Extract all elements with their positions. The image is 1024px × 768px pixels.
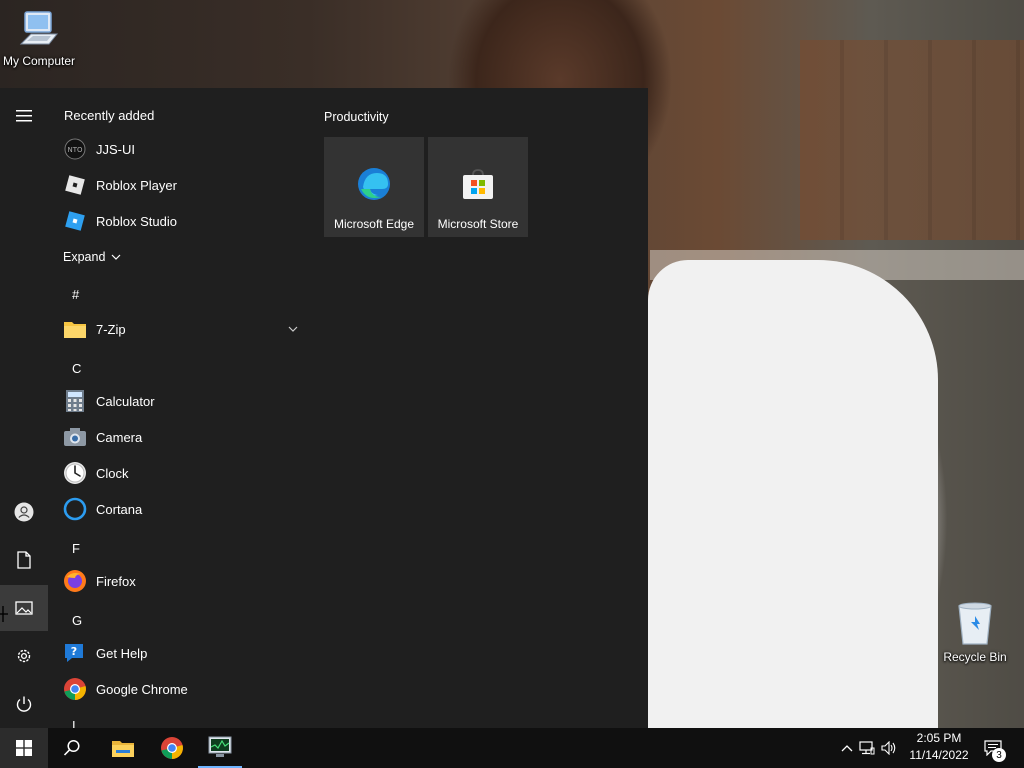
- user-account-button[interactable]: [0, 489, 48, 535]
- tile-label: Microsoft Edge: [333, 217, 415, 231]
- recently-added-header: Recently added: [64, 108, 155, 123]
- letter-header-i[interactable]: I: [72, 718, 76, 728]
- chrome-icon: [63, 677, 87, 701]
- recycle-bin-icon: [958, 602, 992, 645]
- network-button[interactable]: [856, 741, 878, 755]
- settings-button[interactable]: [0, 633, 48, 679]
- network-icon: [859, 741, 875, 755]
- action-center-button[interactable]: [978, 728, 1008, 768]
- app-list: Recently added NTO JJS-UI Roblox Player …: [48, 88, 310, 728]
- folder-icon: [63, 317, 87, 341]
- desktop-icon-label: Recycle Bin: [943, 650, 1007, 664]
- desktop-icon-recycle-bin[interactable]: Recycle Bin: [934, 600, 1016, 664]
- svg-text:?: ?: [71, 645, 77, 658]
- documents-button[interactable]: [0, 537, 48, 583]
- tile-microsoft-store[interactable]: Microsoft Store: [428, 137, 528, 237]
- get-help-icon: ?: [63, 641, 87, 665]
- app-item-calculator[interactable]: Calculator: [48, 383, 310, 419]
- app-label: Roblox Player: [96, 177, 177, 193]
- chrome-icon: [161, 737, 183, 759]
- app-label: Roblox Studio: [96, 213, 177, 229]
- notification-count-badge: 3: [992, 748, 1006, 762]
- start-button[interactable]: [0, 728, 48, 768]
- volume-icon: [881, 741, 896, 755]
- app-item-get-help[interactable]: ? Get Help: [48, 635, 310, 671]
- app-label: Clock: [96, 465, 129, 481]
- app-label: Google Chrome: [96, 681, 188, 697]
- app-item-jjs-ui[interactable]: NTO JJS-UI: [48, 131, 310, 167]
- app-item-camera[interactable]: Camera: [48, 419, 310, 455]
- power-button[interactable]: [0, 681, 48, 727]
- app-item-roblox-studio[interactable]: Roblox Studio: [48, 203, 310, 239]
- user-icon: [14, 502, 34, 522]
- settings-icon: [17, 649, 31, 663]
- app-label: Firefox: [96, 573, 136, 589]
- documents-icon: [17, 551, 31, 569]
- clock-time: 2:05 PM: [916, 731, 962, 745]
- taskbar-chrome[interactable]: [148, 728, 196, 768]
- app-item-cortana[interactable]: Cortana: [48, 491, 310, 527]
- expand-recent-button[interactable]: Expand: [63, 250, 121, 264]
- app-item-roblox-player[interactable]: Roblox Player: [48, 167, 310, 203]
- jjs-ui-icon: NTO: [63, 137, 87, 161]
- app-label: 7-Zip: [96, 321, 126, 337]
- file-explorer-icon: [112, 741, 134, 757]
- roblox-studio-icon: [63, 209, 87, 233]
- tile-microsoft-edge[interactable]: Microsoft Edge: [324, 137, 424, 237]
- app-item-7-zip[interactable]: 7-Zip: [48, 311, 310, 347]
- app-label: Camera: [96, 429, 143, 445]
- roblox-player-icon: [63, 173, 87, 197]
- clock-icon: [63, 461, 87, 485]
- app-label: JJS-UI: [96, 141, 135, 157]
- letter-header-c[interactable]: C: [72, 361, 81, 376]
- firefox-icon: [63, 569, 87, 593]
- search-icon: [63, 739, 80, 756]
- volume-button[interactable]: [878, 741, 900, 755]
- windows-start-icon: [16, 740, 32, 756]
- tiles-area: Productivity Microsoft Edge Microsoft St…: [324, 88, 648, 728]
- computer-icon: [19, 11, 59, 45]
- expand-label: Expand: [63, 250, 106, 264]
- search-button[interactable]: [48, 728, 96, 768]
- letter-header-hash[interactable]: #: [72, 287, 79, 302]
- task-manager-icon: [208, 736, 232, 757]
- desktop-icon-my-computer[interactable]: My Computer: [0, 8, 78, 68]
- app-label: Get Help: [96, 645, 148, 661]
- taskbar-file-explorer[interactable]: [99, 728, 147, 768]
- start-menu-rail: [0, 88, 48, 728]
- taskbar-clock[interactable]: 2:05 PM 11/14/2022: [906, 730, 972, 764]
- power-icon: [16, 696, 32, 712]
- expand-menu-button[interactable]: [0, 93, 48, 139]
- tile-group-title[interactable]: Productivity: [324, 110, 389, 124]
- letter-header-f[interactable]: F: [72, 541, 80, 556]
- cursor-icon: [0, 606, 8, 622]
- app-item-firefox[interactable]: Firefox: [48, 563, 310, 599]
- system-tray: [838, 728, 900, 768]
- edge-icon: [358, 168, 390, 200]
- hamburger-icon: [16, 110, 32, 122]
- app-label: Calculator: [96, 393, 155, 409]
- app-label: Cortana: [96, 501, 143, 517]
- taskbar-task-manager[interactable]: [198, 728, 242, 768]
- chevron-down-icon: [111, 254, 121, 260]
- wallpaper-detail: [800, 40, 1024, 240]
- cortana-icon: [63, 497, 87, 521]
- taskbar: 2:05 PM 11/14/2022: [0, 728, 1024, 768]
- svg-text:NTO: NTO: [67, 146, 83, 154]
- app-item-google-chrome[interactable]: Google Chrome: [48, 671, 310, 707]
- clock-date: 11/14/2022: [909, 748, 969, 762]
- app-item-clock[interactable]: Clock: [48, 455, 310, 491]
- calculator-icon: [63, 389, 87, 413]
- chevron-up-icon: [841, 745, 853, 752]
- chevron-down-icon[interactable]: [288, 326, 298, 332]
- pictures-icon: [15, 601, 33, 615]
- wallpaper-detail: [648, 260, 938, 730]
- letter-header-g[interactable]: G: [72, 613, 82, 628]
- store-icon: [463, 169, 493, 199]
- start-menu: Recently added NTO JJS-UI Roblox Player …: [0, 88, 648, 728]
- camera-icon: [63, 425, 87, 449]
- tile-label: Microsoft Store: [437, 217, 519, 231]
- show-hidden-icons-button[interactable]: [838, 744, 856, 752]
- desktop-icon-label: My Computer: [2, 54, 76, 68]
